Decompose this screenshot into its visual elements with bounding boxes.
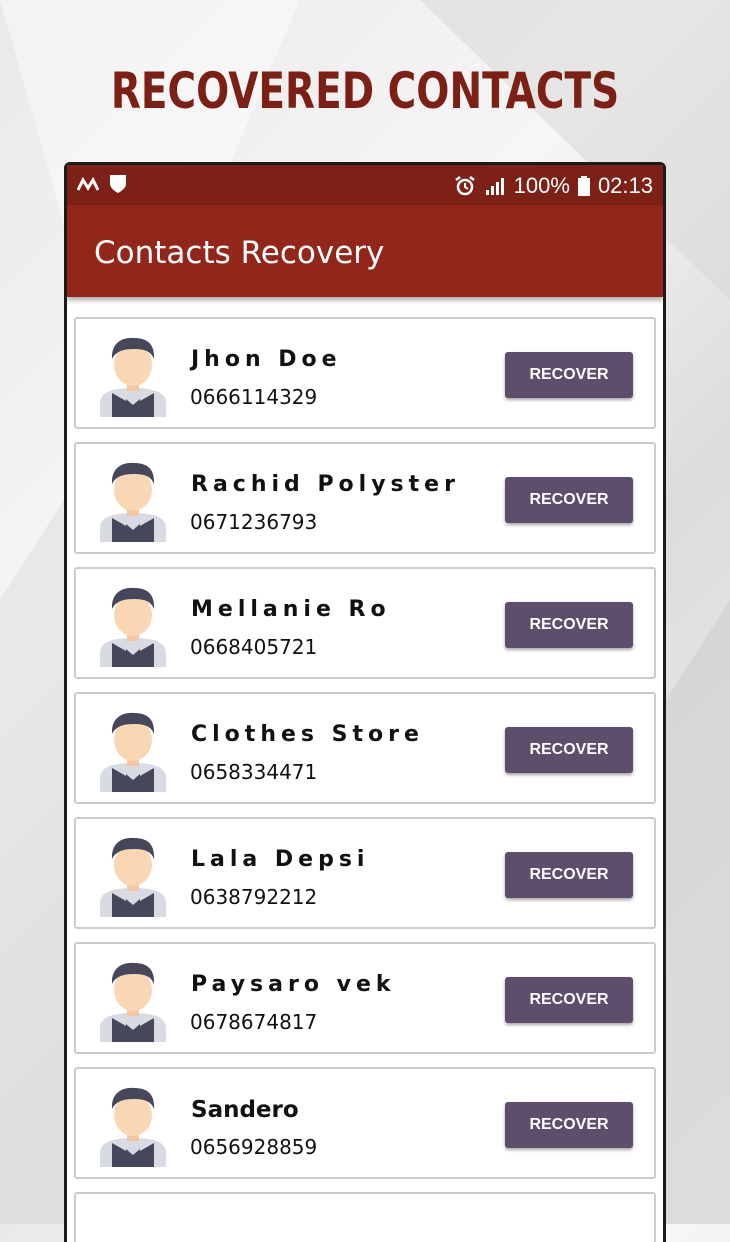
recover-button[interactable]: RECOVER	[505, 1102, 633, 1148]
recover-button[interactable]: RECOVER	[505, 352, 633, 398]
recover-button[interactable]: RECOVER	[505, 852, 633, 898]
contact-phone: 0658334471	[190, 760, 318, 784]
recover-button[interactable]: RECOVER	[505, 477, 633, 523]
avatar-icon	[100, 587, 166, 667]
contact-card: Rachid Polyster 0671236793 RECOVER	[74, 442, 656, 554]
app-bar: Contacts Recovery	[67, 205, 663, 297]
contact-name: Rachid Polyster	[191, 472, 460, 497]
contact-name: Jhon Doe	[191, 347, 342, 372]
status-bar: 100% 02:13	[67, 165, 663, 205]
contact-card: Sandero 0656928859 RECOVER	[74, 1067, 656, 1179]
battery-percent: 100%	[513, 173, 570, 198]
recover-button[interactable]: RECOVER	[505, 977, 633, 1023]
contact-phone: 0666114329	[190, 385, 318, 409]
contact-card: Paysaro vek 0678674817 RECOVER	[74, 942, 656, 1054]
contact-name: Lala Depsi	[191, 847, 370, 872]
shield-icon	[110, 175, 126, 193]
recover-button[interactable]: RECOVER	[505, 727, 633, 773]
contact-phone: 0656928859	[190, 1135, 318, 1159]
contact-phone: 0638792212	[190, 885, 318, 909]
promo-title: RECOVERED CONTACTS	[110, 62, 620, 120]
contact-card: Clothes Store 0658334471 RECOVER	[74, 692, 656, 804]
app-title: Contacts Recovery	[94, 235, 385, 271]
contact-phone: 0678674817	[190, 1010, 318, 1034]
contact-name: Clothes Store	[191, 722, 424, 747]
contact-name: Sandero	[191, 1097, 299, 1123]
contact-name: Mellanie Ro	[191, 597, 391, 622]
phone-screen: 100% 02:13 Contacts Recovery Jhon Doe 06…	[67, 165, 663, 1242]
alarm-icon	[454, 176, 475, 196]
contact-list: Jhon Doe 0666114329 RECOVER Rachid Polys…	[67, 297, 663, 1242]
contact-card: Jhon Doe 0666114329 RECOVER	[74, 317, 656, 429]
phone-frame: 100% 02:13 Contacts Recovery Jhon Doe 06…	[64, 162, 666, 1242]
status-left	[77, 174, 127, 194]
contact-card: Mellanie Ro 0668405721 RECOVER	[74, 567, 656, 679]
avatar-icon	[100, 962, 166, 1042]
contact-card-partial	[74, 1192, 656, 1242]
battery-icon	[577, 176, 590, 196]
status-right: 100% 02:13	[454, 173, 653, 199]
contact-phone: 0671236793	[190, 510, 318, 534]
contact-name: Paysaro vek	[191, 972, 396, 997]
status-time: 02:13	[597, 173, 653, 198]
signal-icon	[485, 178, 504, 195]
avatar-icon	[100, 462, 166, 542]
avatar-icon	[100, 712, 166, 792]
m-app-icon	[77, 176, 99, 191]
avatar-icon	[100, 1087, 166, 1167]
contact-phone: 0668405721	[190, 635, 318, 659]
avatar-icon	[100, 837, 166, 917]
contact-card: Lala Depsi 0638792212 RECOVER	[74, 817, 656, 929]
avatar-icon	[100, 337, 166, 417]
recover-button[interactable]: RECOVER	[505, 602, 633, 648]
